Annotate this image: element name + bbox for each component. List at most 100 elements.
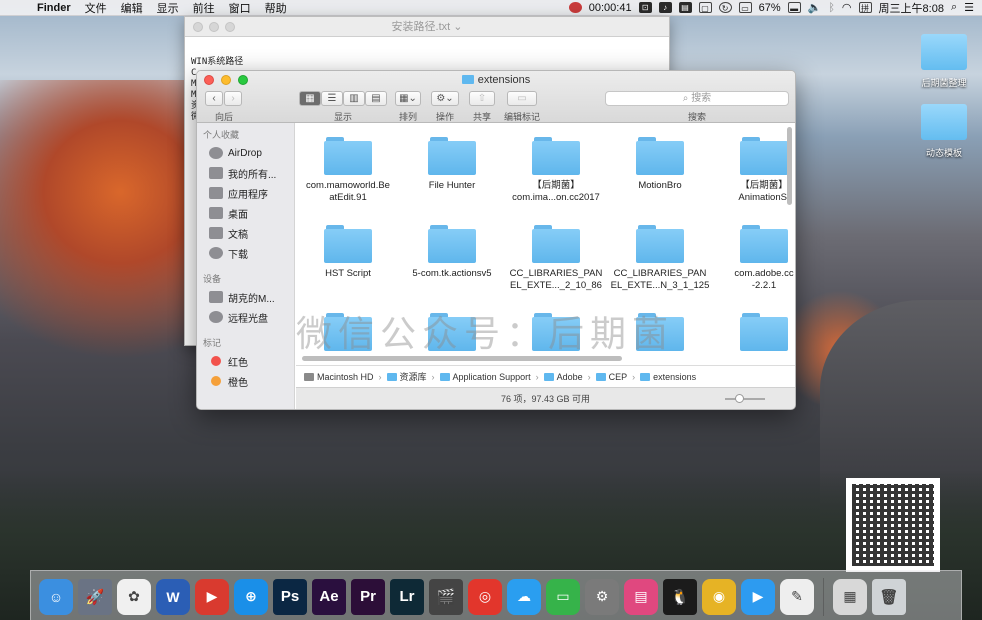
action-gear-button[interactable]: ⚙⌄ — [431, 91, 459, 106]
display-icon[interactable]: ▢ — [698, 2, 712, 13]
photos-icon[interactable]: ✿ — [117, 578, 151, 615]
menu-file[interactable]: 文件 — [78, 0, 114, 16]
bluetooth-icon[interactable]: ᛒ — [828, 2, 835, 14]
path-item[interactable]: extensions — [640, 372, 696, 382]
netease-music-icon[interactable]: ◎ — [468, 578, 502, 615]
path-item[interactable]: Macintosh HD — [304, 372, 374, 382]
minimize-button[interactable] — [209, 22, 219, 32]
clean-my-mac-icon[interactable]: ▤ — [624, 578, 658, 615]
finder-window[interactable]: extensions ‹ › 向后 ▦ ☰ ▥ ▤ 显示 ▦⌄ 排列 ⚙⌄ 操作… — [196, 70, 796, 410]
sidebar-item-tag-red[interactable]: 红色 — [197, 351, 294, 371]
edit-tags-button[interactable]: ▭ — [507, 91, 537, 106]
folder-item[interactable]: MotionBro — [608, 137, 712, 192]
airplay-icon[interactable]: ▭ — [738, 2, 752, 13]
preview-icon[interactable]: ▦ — [833, 578, 867, 615]
menu-app-name[interactable]: Finder — [30, 2, 78, 14]
folder-icon — [740, 225, 788, 263]
cover-flow-button[interactable]: ▤ — [365, 91, 387, 106]
volume-icon[interactable]: 🔈 — [808, 1, 822, 14]
search-field[interactable]: ⌕ 搜索 — [605, 91, 789, 106]
after-effects-icon[interactable]: Ae — [312, 578, 346, 615]
folder-item[interactable]: HST Script — [296, 225, 400, 280]
path-label: CEP — [608, 371, 628, 382]
list-view-button[interactable]: ☰ — [321, 91, 343, 106]
chrome-icon[interactable]: ◉ — [702, 578, 736, 615]
input-method-icon[interactable]: 拼 — [858, 2, 872, 13]
battery-icon[interactable]: ▬ — [787, 2, 801, 13]
premiere-icon[interactable]: Pr — [351, 578, 385, 615]
sidebar-item-applications[interactable]: 应用程序 — [197, 183, 294, 203]
folder-item[interactable]: File Hunter — [400, 137, 504, 192]
cloud-icon[interactable]: ☁ — [507, 578, 541, 615]
menu-view[interactable]: 显示 — [150, 0, 186, 16]
video-player-icon[interactable]: ▶ — [195, 578, 229, 615]
word-icon[interactable]: W — [156, 578, 190, 615]
text-window-titlebar[interactable]: 安装路径.txt ⌄ — [185, 17, 669, 37]
menu-go[interactable]: 前往 — [186, 0, 222, 16]
share-button[interactable]: ⇧ — [469, 91, 495, 106]
sidebar-item-documents[interactable]: 文稿 — [197, 223, 294, 243]
folder-item[interactable]: 【后期菌】 com.ima...on.cc2017 — [504, 137, 608, 204]
facetime-icon[interactable]: ▶ — [741, 578, 775, 615]
arrange-button[interactable]: ▦⌄ — [395, 91, 421, 106]
folder-item[interactable] — [712, 313, 795, 351]
menu-edit[interactable]: 编辑 — [114, 0, 150, 16]
vertical-scrollbar[interactable] — [787, 127, 792, 205]
menu-clock[interactable]: 周三上午8:08 — [879, 0, 944, 16]
safari-icon[interactable]: ⊕ — [234, 578, 268, 615]
path-item[interactable]: 资源库 — [386, 370, 427, 383]
wifi-icon[interactable]: ◠ — [842, 1, 852, 14]
sidebar-item-remote-disc[interactable]: 远程光盘 — [197, 307, 294, 327]
disc-icon — [209, 311, 223, 323]
folder-item[interactable]: com.mamoworld.Be atEdit.91 — [296, 137, 400, 204]
close-button[interactable] — [193, 22, 203, 32]
notes-icon[interactable]: ✎ — [780, 578, 814, 615]
microphone-icon[interactable]: ♪ — [658, 2, 672, 13]
recording-icon[interactable] — [568, 2, 582, 13]
folder-item[interactable]: 5-com.tk.actionsv5 — [400, 225, 504, 280]
spotlight-icon[interactable]: ⌕ — [951, 1, 957, 14]
back-button[interactable]: ‹ — [205, 91, 223, 106]
desktop-folder[interactable]: 后期菌整理 — [912, 34, 976, 89]
sync-icon[interactable]: ↻ — [718, 2, 732, 13]
menu-extra-2-icon[interactable]: ▤ — [678, 2, 692, 13]
notification-center-icon[interactable]: ☰ — [964, 1, 974, 14]
path-item[interactable]: Application Support — [439, 372, 531, 382]
system-preferences-icon[interactable]: ⚙ — [585, 578, 619, 615]
downloads-icon — [209, 247, 223, 259]
path-item[interactable]: CEP — [595, 371, 628, 382]
launchpad-icon[interactable]: 🚀 — [78, 578, 112, 615]
menu-extra-icon[interactable]: ⊡ — [638, 2, 652, 13]
column-view-button[interactable]: ▥ — [343, 91, 365, 106]
desktop-folder[interactable]: 动态模板 — [912, 104, 976, 159]
path-item[interactable]: Adobe — [543, 372, 583, 382]
sidebar-item-tag-orange[interactable]: 橙色 — [197, 371, 294, 391]
sidebar-item-downloads[interactable]: 下载 — [197, 243, 294, 263]
icon-size-slider[interactable] — [725, 394, 765, 403]
menu-help[interactable]: 帮助 — [258, 0, 294, 16]
lightroom-icon[interactable]: Lr — [390, 578, 424, 615]
forward-button[interactable]: › — [224, 91, 242, 106]
qq-icon[interactable]: 🐧 — [663, 578, 697, 615]
slider-knob[interactable] — [735, 394, 744, 403]
zoom-button[interactable] — [225, 22, 235, 32]
menu-window[interactable]: 窗口 — [222, 0, 258, 16]
folder-icon — [740, 137, 788, 175]
screen-record-icon[interactable]: ▭ — [546, 578, 580, 615]
chevron-down-icon[interactable]: ⌄ — [453, 21, 462, 33]
trash-icon[interactable]: 🗑 — [872, 578, 906, 615]
finder-icon[interactable]: ☺ — [39, 578, 73, 615]
icon-view-button[interactable]: ▦ — [299, 91, 321, 106]
folder-item[interactable]: CC_LIBRARIES_PAN EL_EXTE...N_3_1_125 — [608, 225, 712, 292]
final-cut-icon[interactable]: 🎬 — [429, 578, 463, 615]
sidebar-item-desktop[interactable]: 桌面 — [197, 203, 294, 223]
folder-item[interactable]: CC_LIBRARIES_PAN EL_EXTE..._2_10_86 — [504, 225, 608, 292]
photoshop-icon[interactable]: Ps — [273, 578, 307, 615]
sidebar-item-airdrop[interactable]: AirDrop — [197, 143, 294, 163]
arrange-label: 排列 — [398, 112, 417, 122]
sidebar-item-computer[interactable]: 胡克的M... — [197, 287, 294, 307]
folder-item[interactable]: com.adobe.cc -2.2.1 — [712, 225, 795, 292]
folder-item[interactable]: 【后期菌】 AnimationSt — [712, 137, 795, 204]
finder-toolbar[interactable]: extensions ‹ › 向后 ▦ ☰ ▥ ▤ 显示 ▦⌄ 排列 ⚙⌄ 操作… — [197, 71, 795, 123]
sidebar-item-all-files[interactable]: 我的所有... — [197, 163, 294, 183]
